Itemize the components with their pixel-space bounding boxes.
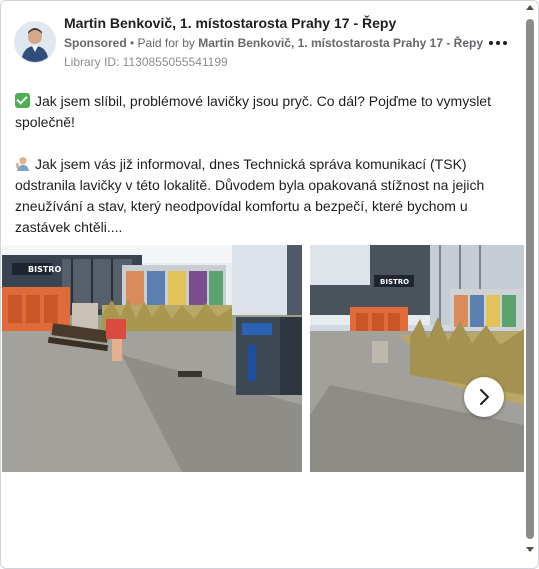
post-header: Martin Benkovič, 1. místostarosta Prahy …	[14, 13, 510, 73]
paid-for-by-name[interactable]: Martin Benkovič, 1. místostarosta Prahy …	[198, 36, 483, 50]
carousel-next-button[interactable]	[464, 377, 504, 417]
sponsored-meta: Sponsored • Paid for by Martin Benkovič,…	[64, 36, 483, 50]
carousel-image-2[interactable]: BISTRO	[310, 245, 524, 472]
avatar[interactable]	[14, 21, 56, 63]
sponsored-label: Sponsored	[64, 36, 127, 50]
chevron-right-icon	[480, 389, 489, 405]
post-paragraph-2: Jak jsem vás již informoval, dnes Techni…	[15, 154, 523, 238]
scroll-up-arrow-icon[interactable]	[526, 5, 534, 10]
post-message: Jak jsem slíbil, problémové lavičky jsou…	[15, 91, 523, 259]
vertical-scrollbar[interactable]	[524, 1, 536, 568]
paragraph-1-text: Jak jsem slíbil, problémové lavičky jsou…	[15, 93, 491, 130]
library-id: Library ID: 1130855055541199	[64, 55, 228, 69]
person-emoji-icon	[15, 156, 30, 171]
image-carousel: BISTRO BISTRO	[1, 245, 526, 473]
scroll-down-arrow-icon[interactable]	[526, 547, 534, 552]
scrollbar-thumb[interactable]	[526, 19, 534, 539]
storefront-sign-2: BISTRO	[380, 278, 409, 286]
storefront-sign: BISTRO	[28, 265, 61, 274]
check-mark-emoji-icon	[15, 93, 30, 108]
paid-for-prefix: Paid for by	[137, 36, 199, 50]
ad-card: Martin Benkovič, 1. místostarosta Prahy …	[0, 0, 539, 569]
paragraph-2-text: Jak jsem vás již informoval, dnes Techni…	[15, 156, 485, 235]
more-options-icon[interactable]	[486, 33, 510, 53]
carousel-image-1[interactable]: BISTRO	[2, 245, 302, 472]
meta-separator: •	[126, 36, 138, 50]
post-paragraph-1: Jak jsem slíbil, problémové lavičky jsou…	[15, 91, 523, 133]
author-name[interactable]: Martin Benkovič, 1. místostarosta Prahy …	[64, 15, 396, 31]
